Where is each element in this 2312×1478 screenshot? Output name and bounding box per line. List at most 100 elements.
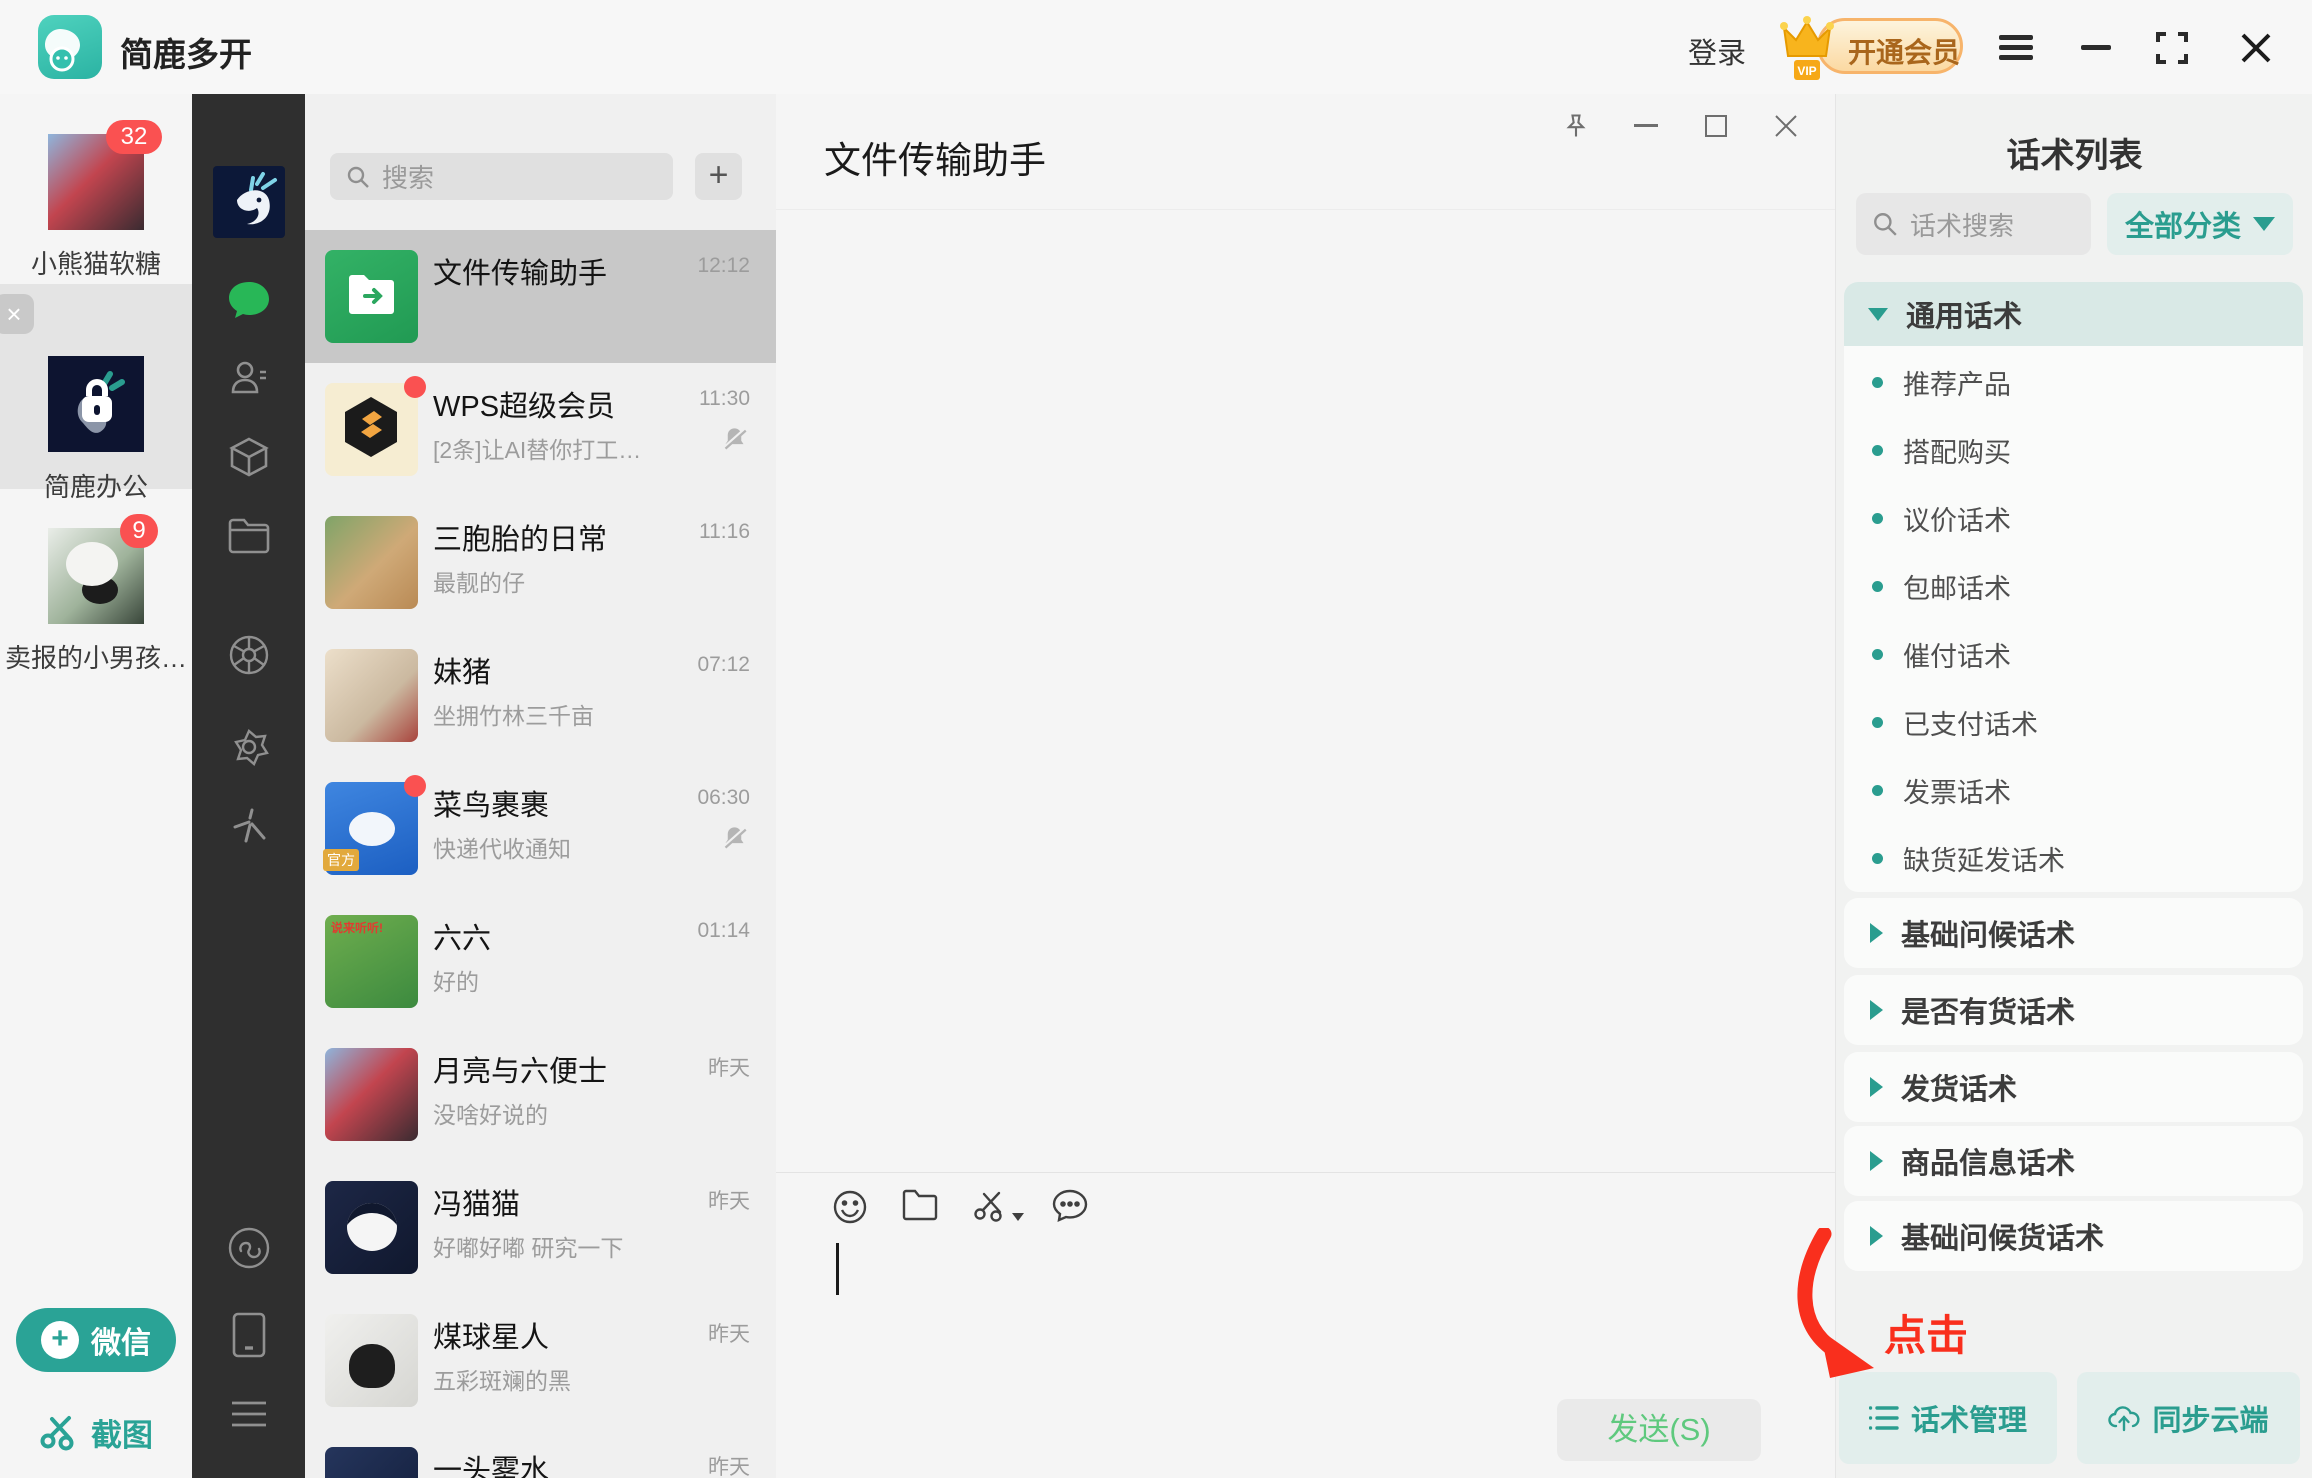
files-tab[interactable] [228, 518, 270, 554]
chat-list-panel: 搜索 + 文件传输助手 12:12 WPS超级会员 [2条]让AI替你打工… 1… [305, 94, 776, 1478]
chat-item[interactable]: 一头雾水 昨天 [305, 1427, 776, 1478]
script-search-input[interactable]: 话术搜索 [1856, 193, 2091, 255]
search-icon [1874, 213, 1897, 236]
moments-tab[interactable] [228, 634, 270, 676]
chevron-right-icon [1870, 1226, 1883, 1246]
script-group[interactable]: 商品信息话术 [1844, 1126, 2303, 1196]
account-item[interactable]: 32 小熊猫软糖 [0, 94, 192, 284]
sync-cloud-button[interactable]: 同步云端 [2077, 1372, 2300, 1464]
screenshot-tool-button[interactable] [972, 1189, 1024, 1225]
profile-avatar[interactable] [212, 166, 285, 238]
chats-tab[interactable] [227, 280, 271, 320]
chat-item[interactable]: 三胞胎的日常 最靓的仔 11:16 [305, 496, 776, 629]
script-item[interactable]: 缺货延发话术 [1844, 824, 2303, 892]
chat-item[interactable]: 冯猫猫 好嘟好嘟 研究一下 昨天 [305, 1161, 776, 1294]
script-item[interactable]: 催付话术 [1844, 620, 2303, 688]
script-item[interactable]: 包邮话术 [1844, 552, 2303, 620]
script-list-panel: 话术列表 话术搜索 全部分类 通用话术 推荐产品 搭配购买 议价话术 包邮话术 … [1835, 94, 2312, 1478]
menu-button[interactable] [1996, 30, 2036, 66]
emoji-button[interactable] [832, 1189, 868, 1225]
chevron-right-icon [1870, 923, 1883, 943]
starry-avatar [325, 1447, 418, 1478]
app-window: { "colors": { "accent_teal": "#2a9d8f", … [0, 0, 2312, 1478]
chat-bubble-icon [228, 282, 269, 318]
send-button[interactable]: 发送(S) [1557, 1399, 1761, 1461]
message-input-area: 发送(S) [776, 1172, 1835, 1478]
account-item-selected[interactable]: × 简鹿办公 [0, 284, 192, 502]
folder-icon [228, 518, 269, 554]
account-item[interactable]: 9 卖报的小男孩… [0, 489, 192, 679]
add-wechat-button[interactable]: + 微信 [16, 1308, 176, 1372]
maximize-button[interactable] [2152, 30, 2192, 66]
account-avatar [48, 356, 144, 452]
favorites-tab[interactable] [228, 436, 270, 478]
screenshot-button[interactable]: 截图 [0, 1408, 192, 1456]
script-group-header[interactable]: 通用话术 [1844, 282, 2303, 346]
chevron-down-icon [1868, 307, 1888, 321]
script-manage-button[interactable]: 话术管理 [1839, 1372, 2057, 1464]
dropdown-caret-icon [1012, 1213, 1024, 1221]
mini-program-tab[interactable] [228, 726, 270, 768]
annotation-click-label: 点击 [1884, 1312, 1969, 1359]
chat-close-button[interactable] [1768, 108, 1804, 144]
send-file-button[interactable] [902, 1189, 938, 1225]
bullet-icon [1872, 444, 1883, 456]
chat-minimize-button[interactable] [1628, 108, 1664, 144]
script-item[interactable]: 发票话术 [1844, 756, 2303, 824]
chat-item[interactable]: 文件传输助手 12:12 [305, 230, 776, 363]
contacts-tab[interactable] [229, 358, 269, 398]
hamster-avatar [325, 649, 418, 742]
asterisk-icon [233, 808, 265, 843]
channels-tab[interactable] [227, 1226, 271, 1270]
search-icon [347, 166, 369, 188]
close-account-button[interactable]: × [0, 294, 34, 334]
message-textarea[interactable] [824, 1233, 1784, 1383]
chat-maximize-button[interactable] [1698, 108, 1734, 144]
more-menu-button[interactable] [230, 1400, 268, 1428]
chat-header: 文件传输助手 [776, 94, 1835, 210]
new-message-dot [404, 376, 426, 398]
official-badge: 官方 [323, 849, 359, 871]
avatar-caption: 说来听听! [331, 921, 383, 935]
category-filter-dropdown[interactable]: 全部分类 [2107, 193, 2293, 255]
search-input[interactable]: 搜索 [330, 153, 673, 200]
script-item[interactable]: 议价话术 [1844, 484, 2303, 552]
chat-item[interactable]: WPS超级会员 [2条]让AI替你打工… 11:30 [305, 363, 776, 496]
script-item[interactable]: 搭配购买 [1844, 416, 2303, 484]
phone-mode-button[interactable] [232, 1312, 266, 1358]
bullet-icon [1872, 716, 1883, 728]
script-item[interactable]: 已支付话术 [1844, 688, 2303, 756]
script-item[interactable]: 推荐产品 [1844, 348, 2303, 416]
anime-girl-avatar [325, 1048, 418, 1141]
bullet-icon [1872, 852, 1883, 864]
add-chat-button[interactable]: + [695, 153, 742, 200]
cartoon-avatar: 说来听听! [325, 915, 418, 1008]
bullet-icon [1872, 648, 1883, 660]
chat-item[interactable]: 煤球星人 五彩斑斓的黑 昨天 [305, 1294, 776, 1427]
bullet-icon [1872, 580, 1883, 592]
login-link[interactable]: 登录 [1688, 30, 1746, 72]
chat-title: 文件传输助手 [824, 140, 1046, 181]
chevron-down-icon [2253, 217, 2275, 231]
account-avatar: 9 [48, 514, 158, 624]
search-tab[interactable] [228, 806, 270, 848]
script-group[interactable]: 发货话术 [1844, 1052, 2303, 1122]
chevron-right-icon [1870, 1077, 1883, 1097]
pin-button[interactable] [1558, 108, 1594, 144]
close-button[interactable] [2236, 30, 2276, 66]
quick-reply-button[interactable] [1052, 1189, 1088, 1225]
scissors-icon [40, 1416, 74, 1451]
channels-icon [228, 1227, 269, 1269]
chat-item[interactable]: 月亮与六便士 没啥好说的 昨天 [305, 1028, 776, 1161]
minimize-button[interactable] [2076, 30, 2116, 66]
chat-item[interactable]: 妹猪 坐拥竹林三千亩 07:12 [305, 629, 776, 762]
chat-item[interactable]: 说来听听! 六六 好的 01:14 [305, 895, 776, 1028]
script-group[interactable]: 基础问候话术 [1844, 898, 2303, 968]
bullet-icon [1872, 376, 1883, 388]
cainiao-avatar: 官方 [323, 775, 426, 875]
chat-item[interactable]: 官方 菜鸟裹裹 快递代收通知 06:30 [305, 762, 776, 895]
script-group[interactable]: 基础问候货话术 [1844, 1201, 2303, 1271]
chat-window: 文件传输助手 发送(S) [776, 94, 1835, 1478]
script-group[interactable]: 是否有货话术 [1844, 975, 2303, 1045]
title-bar: 简鹿多开 登录 开通会员 VIP [0, 0, 2312, 94]
